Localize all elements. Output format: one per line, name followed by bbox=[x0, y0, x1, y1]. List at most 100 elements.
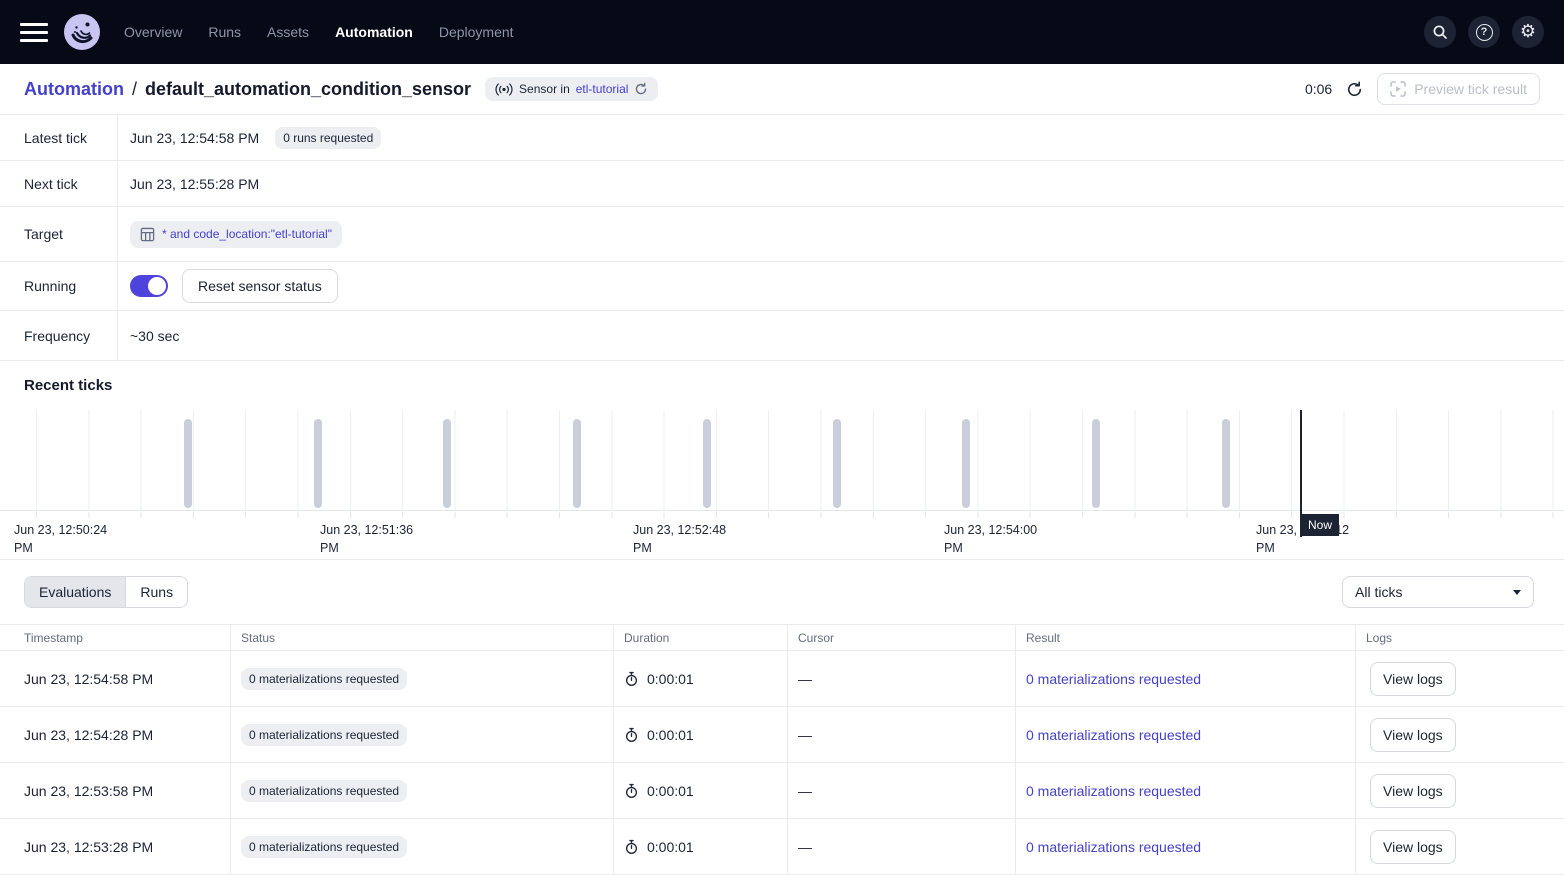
view-logs-button[interactable]: View logs bbox=[1370, 774, 1456, 808]
tick-bar[interactable] bbox=[573, 419, 581, 508]
tab-evaluations[interactable]: Evaluations bbox=[25, 577, 125, 607]
cell-timestamp: Jun 23, 12:54:58 PM bbox=[0, 651, 230, 706]
settings-button[interactable]: ⚙ bbox=[1512, 16, 1544, 48]
status-badge: 0 materializations requested bbox=[241, 780, 407, 802]
nav-item-assets[interactable]: Assets bbox=[267, 24, 309, 40]
running-row: Running Reset sensor status bbox=[0, 262, 1564, 311]
tab-runs[interactable]: Runs bbox=[125, 577, 187, 607]
dagster-logo-icon[interactable] bbox=[64, 14, 100, 50]
now-badge: Now bbox=[1301, 514, 1339, 536]
tick-filter-dropdown[interactable]: All ticks bbox=[1342, 576, 1534, 608]
next-tick-time: Jun 23, 12:55:28 PM bbox=[130, 176, 259, 192]
col-header-cursor: Cursor bbox=[787, 625, 1015, 650]
tick-bar[interactable] bbox=[1222, 419, 1230, 508]
refresh-icon[interactable] bbox=[1346, 81, 1363, 98]
target-label: Target bbox=[0, 207, 118, 261]
table-row: Jun 23, 12:54:58 PM 0 materializations r… bbox=[0, 651, 1564, 707]
tick-bar[interactable] bbox=[314, 419, 322, 508]
cell-cursor: — bbox=[787, 651, 1015, 706]
status-badge: 0 materializations requested bbox=[241, 668, 407, 690]
page-header: Automation / default_automation_conditio… bbox=[0, 64, 1564, 115]
frequency-label: Frequency bbox=[0, 311, 118, 360]
result-link[interactable]: 0 materializations requested bbox=[1026, 727, 1201, 743]
stopwatch-icon bbox=[624, 783, 639, 799]
cell-duration: 0:00:01 bbox=[647, 671, 694, 687]
cell-cursor: — bbox=[787, 763, 1015, 818]
view-logs-button[interactable]: View logs bbox=[1370, 662, 1456, 696]
preview-tick-result-button[interactable]: Preview tick result bbox=[1377, 73, 1540, 105]
settings-icon: ⚙ bbox=[1520, 23, 1536, 41]
recent-ticks-heading: Recent ticks bbox=[0, 361, 1564, 410]
running-toggle[interactable] bbox=[130, 275, 168, 297]
timeline-axis-label: Jun 23, 12:54:00PM bbox=[944, 521, 1037, 557]
status-badge: 0 materializations requested bbox=[241, 836, 407, 858]
sensor-icon bbox=[495, 83, 513, 96]
reset-sensor-status-button[interactable]: Reset sensor status bbox=[182, 269, 338, 303]
cell-duration: 0:00:01 bbox=[647, 839, 694, 855]
col-header-status: Status bbox=[230, 625, 613, 650]
preview-scan-icon bbox=[1390, 81, 1406, 97]
col-header-result: Result bbox=[1015, 625, 1355, 650]
refresh-countdown: 0:06 bbox=[1305, 81, 1332, 97]
search-button[interactable] bbox=[1424, 16, 1456, 48]
timeline-axis-label: Jun 23, 12:51:36PM bbox=[320, 521, 413, 557]
tick-bar[interactable] bbox=[833, 419, 841, 508]
nav-item-deployment[interactable]: Deployment bbox=[439, 24, 514, 40]
asset-table-icon bbox=[140, 227, 155, 242]
cell-cursor: — bbox=[787, 707, 1015, 762]
next-tick-label: Next tick bbox=[0, 161, 118, 206]
target-selection-link[interactable]: * and code_location:"etl-tutorial" bbox=[130, 221, 342, 248]
recent-ticks-chart bbox=[0, 410, 1564, 511]
view-logs-button[interactable]: View logs bbox=[1370, 718, 1456, 752]
page-title: default_automation_condition_sensor bbox=[145, 79, 471, 100]
view-segmented-control: Evaluations Runs bbox=[24, 576, 188, 608]
top-navbar: Overview Runs Assets Automation Deployme… bbox=[0, 0, 1564, 64]
table-row: Jun 23, 12:53:28 PM 0 materializations r… bbox=[0, 819, 1564, 875]
col-header-logs: Logs bbox=[1355, 625, 1564, 650]
frequency-row: Frequency ~30 sec bbox=[0, 311, 1564, 361]
latest-tick-row: Latest tick Jun 23, 12:54:58 PM 0 runs r… bbox=[0, 115, 1564, 161]
primary-nav: Overview Runs Assets Automation Deployme… bbox=[124, 24, 514, 40]
sync-icon bbox=[634, 82, 648, 96]
latest-tick-label: Latest tick bbox=[0, 115, 118, 160]
code-location-link[interactable]: etl-tutorial bbox=[576, 82, 629, 96]
tick-bar[interactable] bbox=[703, 419, 711, 508]
tick-bar[interactable] bbox=[1092, 419, 1100, 508]
ticks-table-body: Jun 23, 12:54:58 PM 0 materializations r… bbox=[0, 651, 1564, 875]
sensor-location-badge: Sensor in etl-tutorial bbox=[485, 77, 658, 101]
tick-bar[interactable] bbox=[962, 419, 970, 508]
latest-tick-status-badge: 0 runs requested bbox=[275, 127, 381, 149]
frequency-value: ~30 sec bbox=[130, 328, 179, 344]
menu-icon[interactable] bbox=[20, 23, 48, 42]
result-link[interactable]: 0 materializations requested bbox=[1026, 839, 1201, 855]
col-header-timestamp: Timestamp bbox=[0, 625, 230, 650]
cell-duration: 0:00:01 bbox=[647, 727, 694, 743]
latest-tick-time: Jun 23, 12:54:58 PM bbox=[130, 130, 259, 146]
nav-item-overview[interactable]: Overview bbox=[124, 24, 182, 40]
sensor-badge-text: Sensor in bbox=[519, 82, 570, 96]
running-label: Running bbox=[0, 262, 118, 310]
cell-timestamp: Jun 23, 12:54:28 PM bbox=[0, 707, 230, 762]
help-icon: ? bbox=[1476, 24, 1493, 41]
help-button[interactable]: ? bbox=[1468, 16, 1500, 48]
breadcrumb-automation-link[interactable]: Automation bbox=[24, 79, 124, 100]
target-row: Target * and code_location:"etl-tutorial… bbox=[0, 207, 1564, 262]
next-tick-row: Next tick Jun 23, 12:55:28 PM bbox=[0, 161, 1564, 207]
search-icon bbox=[1432, 24, 1448, 40]
cell-timestamp: Jun 23, 12:53:28 PM bbox=[0, 819, 230, 874]
cell-duration: 0:00:01 bbox=[647, 783, 694, 799]
breadcrumb-separator: / bbox=[132, 79, 137, 100]
nav-item-automation[interactable]: Automation bbox=[335, 24, 413, 40]
view-logs-button[interactable]: View logs bbox=[1370, 830, 1456, 864]
status-badge: 0 materializations requested bbox=[241, 724, 407, 746]
tick-bar[interactable] bbox=[443, 419, 451, 508]
col-header-duration: Duration bbox=[613, 625, 787, 650]
result-link[interactable]: 0 materializations requested bbox=[1026, 671, 1201, 687]
nav-item-runs[interactable]: Runs bbox=[208, 24, 241, 40]
sensor-details: Latest tick Jun 23, 12:54:58 PM 0 runs r… bbox=[0, 115, 1564, 361]
ticks-toolbar: Evaluations Runs All ticks bbox=[0, 560, 1564, 624]
recent-ticks-timeline: Now Jun 23, 12:50:24PMJun 23, 12:51:36PM… bbox=[0, 410, 1564, 560]
cell-cursor: — bbox=[787, 819, 1015, 874]
result-link[interactable]: 0 materializations requested bbox=[1026, 783, 1201, 799]
tick-bar[interactable] bbox=[184, 419, 192, 508]
